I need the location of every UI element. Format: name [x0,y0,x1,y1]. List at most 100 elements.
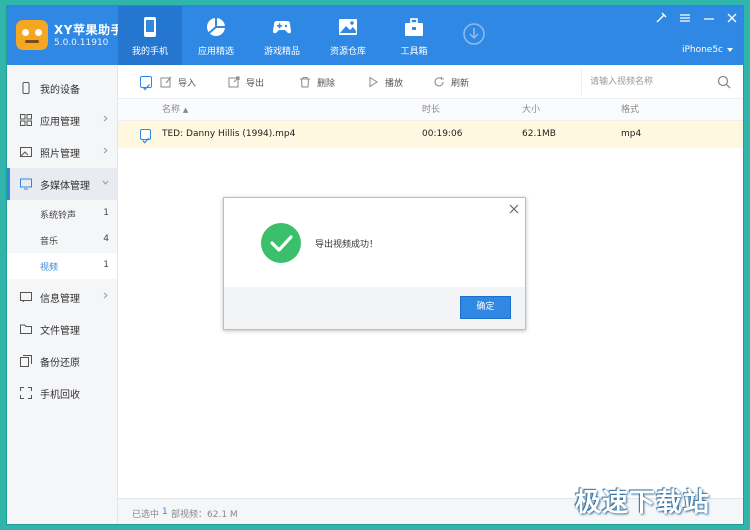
close-icon [727,13,737,23]
tab-resources[interactable]: 资源仓库 [316,6,380,65]
phone-icon [144,17,156,37]
sidebar-item-label: 文件管理 [40,326,80,337]
monitor-icon [20,178,32,190]
sidebar-item-label: 信息管理 [40,294,80,305]
select-all-checkbox[interactable] [140,76,152,91]
success-dialog: 导出视频成功！ 确定 [223,197,526,330]
chevron-down-icon [102,180,109,185]
search-box [581,69,739,95]
sub-item-count: 1 [103,260,109,270]
skin-button[interactable] [655,12,667,24]
sub-item-label: 音乐 [40,237,59,247]
tab-toolbox[interactable]: 工具箱 [382,6,446,65]
table-row[interactable]: TED: Danny Hillis (1994).mp4 00:19:06 62… [118,121,743,148]
sidebar-item-app-manage[interactable]: 应用管理 [7,104,117,136]
message-icon [20,292,32,303]
chevron-right-icon [103,292,108,299]
dialog-message: 导出视频成功！ [315,240,379,250]
sidebar-sub-video[interactable]: 视频 1 [7,253,117,279]
cell-size: 62.1MB [522,129,556,139]
sidebar-item-backup[interactable]: 备份还原 [7,345,117,377]
trash-icon [300,77,310,88]
gamepad-icon [273,21,291,34]
sidebar-item-media-manage[interactable]: 多媒体管理 [7,168,117,200]
phone-outline-icon [22,82,30,94]
import-icon [160,76,172,88]
tab-apps[interactable]: 应用精选 [184,6,248,65]
sidebar-item-photo-manage[interactable]: 照片管理 [7,136,117,168]
sub-item-label: 系统铃声 [40,211,77,221]
sidebar-item-recycle[interactable]: 手机回收 [7,377,117,409]
header-bar: XY苹果助手 5.0.0.11910 我的手机 应用精选 游戏精品 资源仓库 工… [7,6,743,65]
recycle-icon [20,387,32,399]
menu-icon [680,14,690,22]
minimize-button[interactable] [703,12,715,24]
column-header-format[interactable]: 格式 [621,99,639,121]
row-checkbox[interactable] [140,129,151,144]
skin-icon [656,12,667,23]
chevron-right-icon [103,147,108,154]
sidebar-item-label: 备份还原 [40,358,80,369]
download-icon[interactable] [462,22,486,46]
chevron-down-icon[interactable] [726,46,734,54]
backup-icon [20,355,32,367]
export-icon [228,76,240,88]
checkmark-icon [142,137,150,144]
tab-label: 我的手机 [131,47,168,57]
menu-button[interactable] [679,12,691,24]
play-label: 播放 [385,79,404,89]
sidebar-item-info-manage[interactable]: 信息管理 [7,281,117,313]
grid-icon [20,114,32,126]
watermark-text: 极速下载站 [575,488,711,518]
close-icon[interactable] [508,203,520,215]
sidebar-sub-music[interactable]: 音乐 4 [7,227,117,253]
search-input[interactable] [590,74,710,90]
refresh-icon [434,76,444,87]
sidebar-item-file-manage[interactable]: 文件管理 [7,313,117,345]
toolbar: 导入 导出 删除 播放 刷新 [118,65,743,99]
ok-button[interactable]: 确定 [460,296,511,319]
image-icon [339,19,357,35]
column-header-size[interactable]: 大小 [522,99,540,121]
tab-games[interactable]: 游戏精品 [250,6,314,65]
sidebar-item-label: 照片管理 [40,149,80,160]
sidebar-item-my-device[interactable]: 我的设备 [7,72,117,104]
sub-item-label: 视频 [40,263,59,273]
tab-label: 资源仓库 [329,47,366,57]
toolbox-icon [405,18,423,36]
sub-item-count: 4 [103,234,109,244]
folder-icon [20,324,32,334]
pie-chart-icon [207,18,225,36]
cell-duration: 00:19:06 [422,129,463,139]
status-suffix: 部视频：62.1 M [171,510,238,520]
column-header-duration[interactable]: 时长 [422,99,440,121]
tab-label: 应用精选 [197,47,234,57]
device-selector[interactable]: iPhone5c [682,45,723,55]
column-header-label: 名称 [162,105,181,115]
tab-label: 工具箱 [400,47,428,57]
tab-label: 游戏精品 [263,47,300,57]
checkmark-icon [142,84,150,91]
success-check-icon [261,223,301,263]
minimize-icon [704,18,714,20]
search-icon[interactable] [717,75,731,89]
cell-format: mp4 [621,129,642,139]
table-header: 名称 ▲ 时长 大小 格式 [118,99,743,121]
close-window-button[interactable] [726,12,738,24]
sidebar-item-label: 手机回收 [40,390,80,401]
app-window: XY苹果助手 5.0.0.11910 我的手机 应用精选 游戏精品 资源仓库 工… [7,6,743,524]
delete-label: 删除 [317,79,336,89]
photo-icon [20,147,32,157]
import-label: 导入 [178,79,197,89]
app-version: 5.0.0.11910 [54,38,109,48]
app-name: XY苹果助手 [54,23,123,37]
sidebar-sub-ringtones[interactable]: 系统铃声 1 [7,201,117,227]
column-header-name[interactable]: 名称 ▲ [162,99,188,121]
export-label: 导出 [246,79,265,89]
sub-item-count: 1 [103,208,109,218]
play-icon [369,76,378,88]
cell-name: TED: Danny Hillis (1994).mp4 [162,129,296,139]
sort-ascending-icon: ▲ [182,106,189,114]
chevron-right-icon [103,115,108,122]
tab-my-phone[interactable]: 我的手机 [118,6,182,65]
